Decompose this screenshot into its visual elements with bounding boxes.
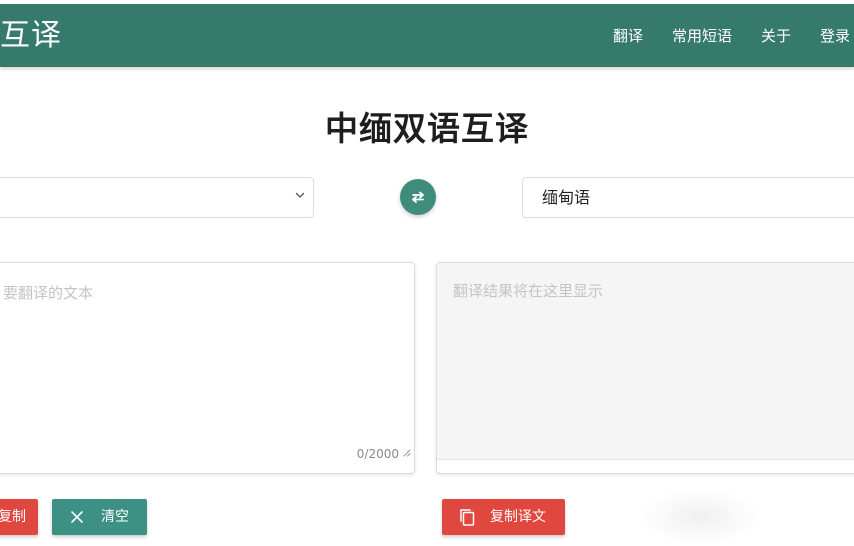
clear-label: 清空 [101,509,129,525]
top-navbar: 互译 翻译 常用短语 关于 登录 [0,4,854,67]
resize-grip-icon[interactable] [403,449,411,457]
nav-common-phrases[interactable]: 常用短语 [672,26,732,46]
source-language-select[interactable] [0,177,314,218]
swap-arrows-icon [412,191,424,203]
page-title: 中缅双语互译 [325,109,529,148]
source-text-panel: 0/2000 [0,262,415,474]
translation-output-panel [436,262,854,474]
nav-translate[interactable]: 翻译 [613,26,643,46]
copy-icon [460,509,475,526]
nav-login[interactable]: 登录 [820,26,850,46]
copy-source-label: 复制 [0,509,26,525]
copy-translation-label: 复制译文 [490,509,546,525]
app-brand[interactable]: 互译 [0,18,62,54]
copy-source-button[interactable]: 复制 [0,499,38,535]
nav-about[interactable]: 关于 [761,26,791,46]
clear-button[interactable]: 清空 [52,499,147,535]
translation-output[interactable] [437,263,854,460]
copy-translation-button[interactable]: 复制译文 [442,499,565,535]
target-language-value: 缅甸语 [542,188,591,207]
background-smudge [640,488,760,546]
character-counter: 0/2000 [356,447,399,461]
chevron-down-icon [295,192,305,198]
close-icon [71,511,83,523]
source-text-input[interactable] [0,263,414,459]
target-language-select[interactable]: 缅甸语 [522,177,854,218]
swap-languages-button[interactable] [400,179,436,215]
